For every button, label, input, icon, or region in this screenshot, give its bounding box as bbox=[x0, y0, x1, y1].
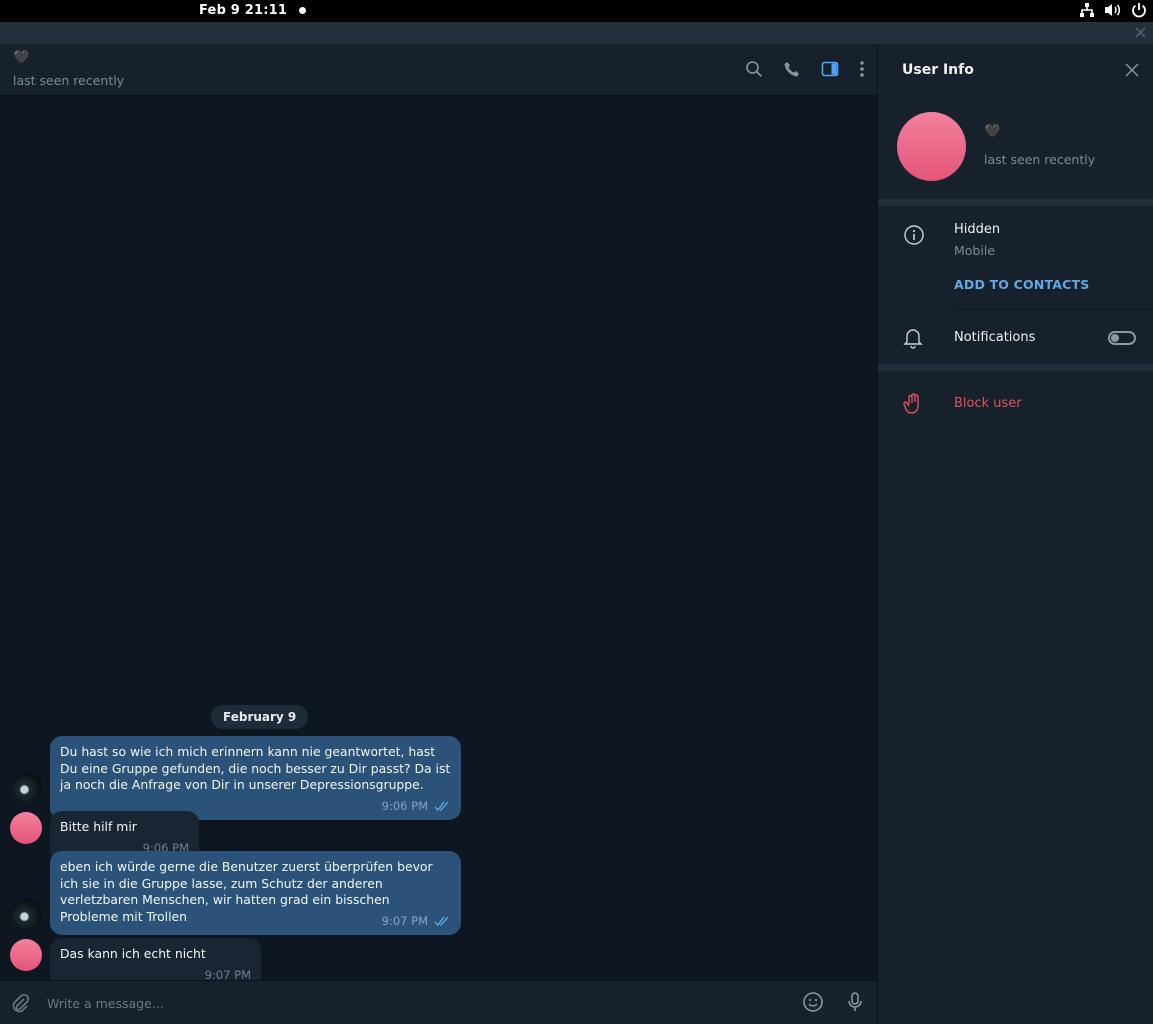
phone-value[interactable]: Hidden bbox=[954, 222, 1000, 237]
chat-header-actions bbox=[745, 60, 865, 78]
date-separator: February 9 bbox=[211, 705, 309, 729]
more-icon[interactable] bbox=[859, 60, 865, 78]
profile-avatar[interactable] bbox=[897, 112, 966, 181]
search-icon[interactable] bbox=[745, 60, 763, 78]
message-meta: 9:07 PM bbox=[382, 913, 451, 930]
window-close-icon[interactable] bbox=[1134, 26, 1147, 39]
avatar[interactable] bbox=[10, 812, 42, 844]
message-text: eben ich würde gerne die Benutzer zuerst… bbox=[60, 859, 433, 924]
avatar[interactable] bbox=[10, 899, 42, 931]
system-clock[interactable]: Feb 9 21:11 bbox=[199, 3, 287, 18]
volume-icon[interactable] bbox=[1104, 2, 1122, 18]
chat-peer-name[interactable]: 🖤 bbox=[13, 50, 29, 65]
system-tray[interactable] bbox=[1079, 2, 1147, 18]
mic-icon[interactable] bbox=[845, 991, 865, 1013]
info-icon bbox=[904, 225, 924, 245]
profile-name: 🖤 bbox=[984, 124, 1001, 139]
user-info-panel: User Info 🖤 last seen recently Hidden Mo… bbox=[877, 44, 1153, 1024]
message-composer bbox=[0, 980, 877, 1024]
close-icon[interactable] bbox=[1125, 63, 1139, 77]
message-bubble[interactable]: Du hast so wie ich mich erinnern kann ni… bbox=[50, 736, 461, 821]
message-input[interactable] bbox=[47, 993, 747, 1013]
notifications-label[interactable]: Notifications bbox=[954, 330, 1035, 345]
notification-dot bbox=[299, 7, 306, 14]
window-title-bar bbox=[0, 22, 1153, 44]
phone-label: Mobile bbox=[954, 243, 996, 258]
section-divider bbox=[878, 364, 1153, 371]
notifications-toggle[interactable] bbox=[1108, 331, 1136, 345]
read-receipt-icon bbox=[434, 801, 449, 812]
attach-icon[interactable] bbox=[10, 993, 30, 1013]
panel-title: User Info bbox=[902, 62, 974, 78]
block-user-button[interactable]: Block user bbox=[954, 396, 1022, 411]
bell-icon bbox=[903, 329, 923, 349]
message-text: Bitte hilf mir bbox=[60, 819, 137, 834]
chat-peer-status: last seen recently bbox=[13, 73, 125, 88]
sidebar-toggle-icon[interactable] bbox=[821, 60, 839, 78]
avatar[interactable] bbox=[10, 772, 42, 804]
message-text: Das kann ich echt nicht bbox=[60, 946, 206, 961]
system-top-bar: Feb 9 21:11 bbox=[0, 0, 1153, 22]
avatar[interactable] bbox=[10, 939, 42, 971]
message-bubble[interactable]: eben ich würde gerne die Benutzer zuerst… bbox=[50, 851, 461, 936]
message-meta: 9:06 PM bbox=[382, 798, 451, 815]
hand-icon bbox=[903, 393, 919, 414]
section-divider bbox=[878, 199, 1153, 206]
profile-status: last seen recently bbox=[984, 152, 1096, 167]
phone-icon[interactable] bbox=[783, 60, 801, 78]
chat-header[interactable]: 🖤 last seen recently bbox=[0, 44, 877, 96]
message-time: 9:07 PM bbox=[381, 913, 428, 928]
read-receipt-icon bbox=[434, 916, 449, 927]
power-icon[interactable] bbox=[1131, 2, 1147, 18]
network-icon[interactable] bbox=[1079, 2, 1095, 18]
message-time: 9:06 PM bbox=[381, 798, 428, 813]
add-to-contacts-button[interactable]: ADD TO CONTACTS bbox=[954, 277, 1089, 292]
chat-area: 🖤 last seen recently February 9 Du hast … bbox=[0, 44, 877, 1024]
message-list[interactable]: February 9 Du hast so wie ich mich erinn… bbox=[0, 96, 877, 990]
message-text: Du hast so wie ich mich erinnern kann ni… bbox=[60, 744, 451, 793]
emoji-icon[interactable] bbox=[802, 991, 824, 1013]
row-divider bbox=[954, 309, 1153, 310]
